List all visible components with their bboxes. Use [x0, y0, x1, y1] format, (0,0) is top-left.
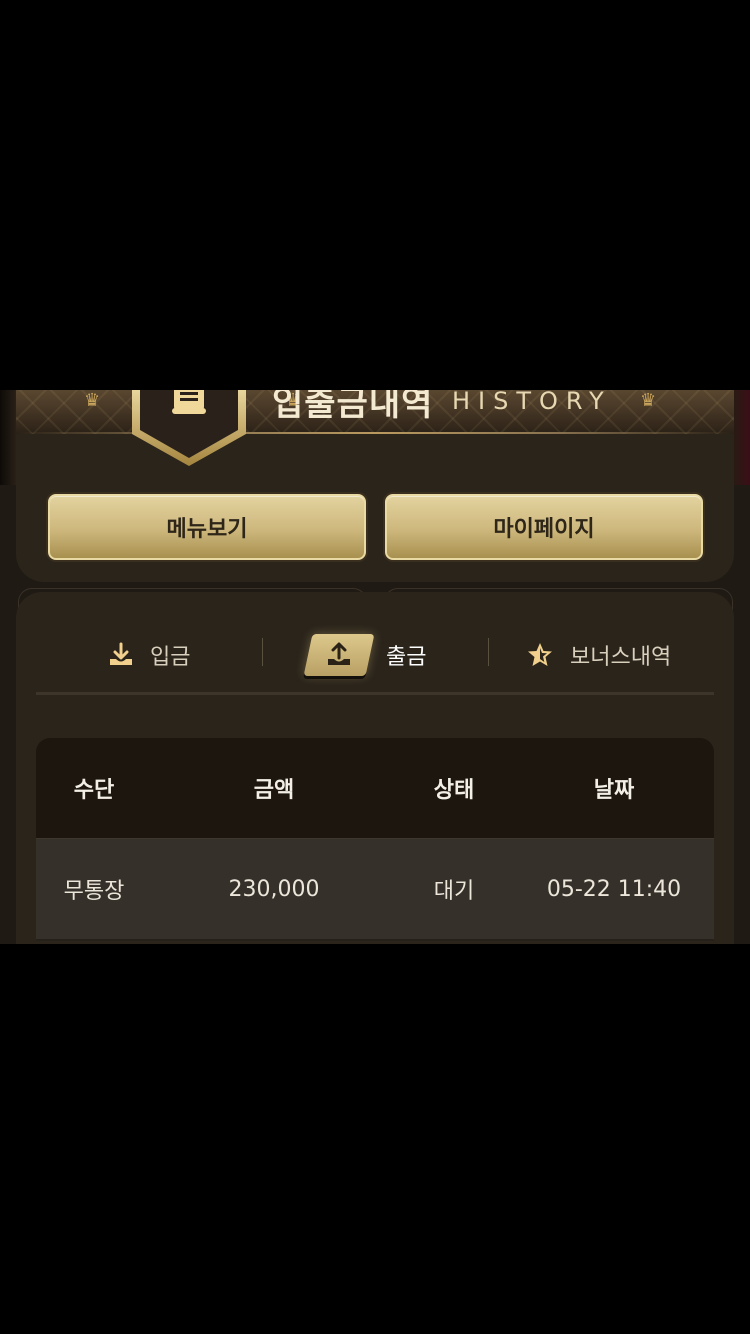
- tab-label: 출금: [386, 645, 427, 670]
- page-subtitle: HISTORY: [452, 390, 612, 415]
- column-header: 날짜: [593, 778, 635, 803]
- mypage-button[interactable]: 마이페이지: [385, 494, 703, 560]
- download-icon: [108, 642, 134, 668]
- tab-bar: 입금 출금 보너스내역: [36, 620, 714, 695]
- upload-icon: [303, 634, 375, 676]
- tab-divider: [488, 638, 489, 666]
- curtain-left: [0, 390, 16, 485]
- table-header: 수단 금액 상태 날짜: [36, 738, 714, 839]
- star-icon: [526, 641, 554, 669]
- history-card: 입금 출금 보너스내역 수단 금액 상태 날짜 무통장 230,000 대기 0…: [16, 592, 734, 944]
- tab-divider: [262, 638, 263, 666]
- history-table: 수단 금액 상태 날짜 무통장 230,000 대기 05-22 11:40: [36, 738, 714, 941]
- column-header: 상태: [433, 778, 475, 803]
- header-banner: ♛ ♛ ♛ 입출금내역 HISTORY: [0, 390, 750, 485]
- curtain-right: [734, 390, 750, 485]
- cell-method: 무통장: [63, 879, 125, 904]
- tab-label: 보너스내역: [570, 645, 672, 670]
- column-header: 금액: [253, 778, 295, 803]
- menu-button[interactable]: 메뉴보기: [48, 494, 366, 560]
- tab-bonus[interactable]: 보너스내역: [526, 620, 671, 690]
- column-header: 수단: [73, 778, 115, 803]
- table-row[interactable]: 무통장 230,000 대기 05-22 11:40: [36, 839, 714, 941]
- crown-icon: ♛: [640, 390, 657, 411]
- tab-label: 입금: [150, 645, 191, 670]
- tab-withdraw[interactable]: 출금: [303, 620, 427, 690]
- tab-deposit[interactable]: 입금: [108, 620, 190, 690]
- page-title: 입출금내역: [272, 390, 434, 424]
- cell-amount: 230,000: [228, 876, 320, 902]
- shield-emblem-icon: [132, 390, 246, 466]
- cell-status: 대기: [433, 879, 475, 904]
- page-viewport: ♛ ♛ ♛ 입출금내역 HISTORY 메뉴보기 마이페이지 입금 출금 보너스…: [0, 390, 750, 944]
- cell-date: 05-22 11:40: [546, 876, 682, 902]
- crown-icon: ♛: [84, 390, 101, 411]
